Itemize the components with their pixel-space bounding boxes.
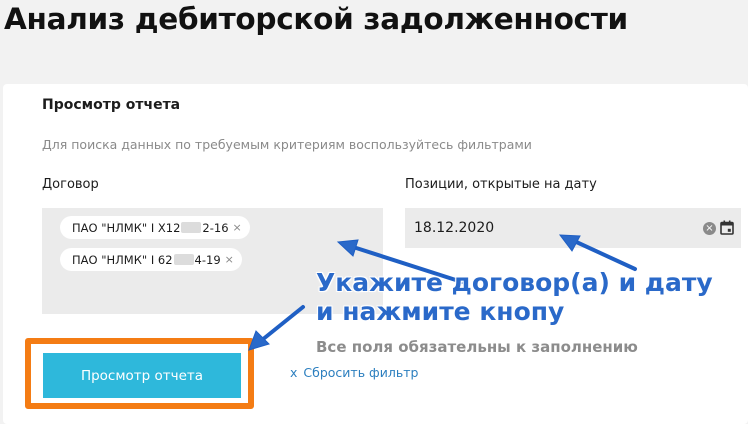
annotation-text: Укажите договор(а) и дату и нажмите кноп…	[316, 268, 713, 326]
arrowhead-button-icon	[248, 330, 270, 351]
annotation-line-1: Укажите договор(а) и дату	[316, 268, 713, 297]
annotation-line-2: и нажмите кнопу	[316, 297, 565, 326]
annotation-note: Все поля обязательны к заполнению	[316, 338, 638, 356]
arrow-to-date	[570, 238, 637, 271]
arrowhead-contracts-icon	[336, 239, 359, 257]
arrow-to-button	[260, 305, 305, 342]
